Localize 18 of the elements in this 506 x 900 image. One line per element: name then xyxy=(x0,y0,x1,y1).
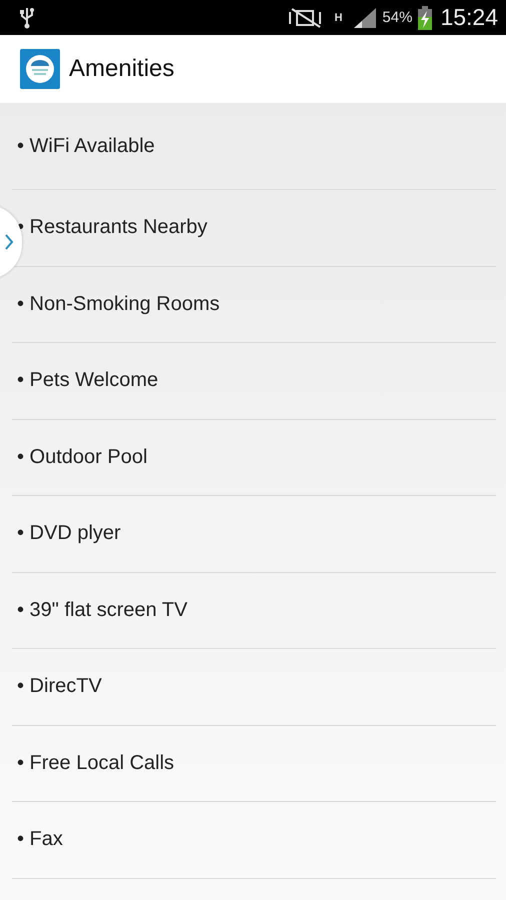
signal-icon xyxy=(354,8,376,28)
mute-icon xyxy=(288,8,322,28)
amenity-item: • Fax xyxy=(17,828,63,852)
network-type: H xyxy=(334,12,342,24)
usb-icon xyxy=(20,6,34,28)
amenity-item: • DVD plyer xyxy=(17,522,121,546)
amenity-item: • Non-Smoking Rooms xyxy=(17,292,220,316)
amenity-item: • Free Local Calls xyxy=(17,752,174,775)
app-logo-icon xyxy=(20,49,60,89)
amenity-item: • WiFi Available xyxy=(17,134,155,158)
battery-percent: 54% xyxy=(382,9,412,26)
amenity-item: • 39" flat screen TV xyxy=(17,598,188,622)
chevron-right-icon xyxy=(5,234,13,250)
clock: 15:24 xyxy=(440,4,498,31)
amenity-item: • DirecTV xyxy=(17,675,102,698)
amenity-item: • Outdoor Pool xyxy=(17,446,148,469)
amenity-item: • Pets Welcome xyxy=(17,369,158,392)
screen-title: Amenities xyxy=(69,55,174,83)
